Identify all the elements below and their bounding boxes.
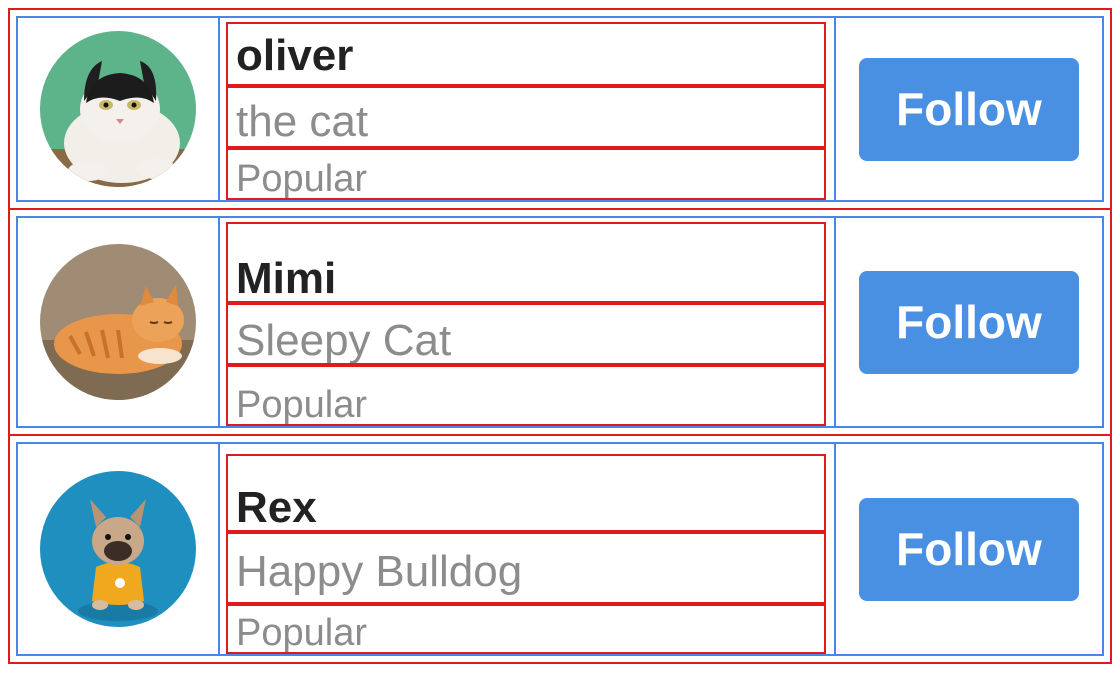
badge-box: Popular <box>226 364 826 427</box>
user-card-inner: Rex Happy Bulldog Popular Follow <box>16 442 1104 656</box>
orange-tabby-cat-avatar[interactable] <box>40 244 196 400</box>
avatar-column <box>18 444 220 654</box>
user-name: oliver <box>236 31 354 80</box>
user-subtitle: the cat <box>236 97 369 146</box>
follow-button[interactable]: Follow <box>859 57 1079 161</box>
user-subtitle: Happy Bulldog <box>236 547 523 596</box>
user-subtitle: Sleepy Cat <box>236 315 452 365</box>
follow-button[interactable]: Follow <box>859 270 1079 374</box>
button-column: Follow <box>836 444 1102 654</box>
user-card: oliver the cat Popular Follow <box>8 8 1112 210</box>
user-list: oliver the cat Popular Follow Mimi Sleep… <box>0 0 1120 673</box>
subtitle-box: Sleepy Cat <box>226 303 826 365</box>
user-card-inner: Mimi Sleepy Cat Popular Follow <box>16 216 1104 428</box>
french-bulldog-avatar[interactable] <box>40 471 196 627</box>
user-name: Rex <box>236 483 317 532</box>
badge-box: Popular <box>226 604 826 654</box>
avatar-column <box>18 18 220 200</box>
subtitle-box: the cat <box>226 86 826 148</box>
subtitle-box: Happy Bulldog <box>226 532 826 604</box>
button-column: Follow <box>836 18 1102 200</box>
user-info: Mimi Sleepy Cat Popular <box>220 218 836 427</box>
name-box: Mimi <box>226 222 826 304</box>
user-card: Mimi Sleepy Cat Popular Follow <box>8 208 1112 436</box>
user-card: Rex Happy Bulldog Popular Follow <box>8 434 1112 664</box>
popular-badge: Popular <box>236 384 367 427</box>
button-column: Follow <box>836 218 1102 426</box>
follow-button[interactable]: Follow <box>859 497 1079 601</box>
popular-badge: Popular <box>236 612 367 654</box>
avatar-column <box>18 218 220 426</box>
user-info: oliver the cat Popular <box>220 18 836 200</box>
popular-badge: Popular <box>236 158 367 200</box>
name-box: Rex <box>226 454 826 532</box>
user-card-inner: oliver the cat Popular Follow <box>16 16 1104 202</box>
badge-box: Popular <box>226 148 826 200</box>
name-box: oliver <box>226 22 826 86</box>
user-name: Mimi <box>236 254 337 304</box>
black-white-cat-avatar[interactable] <box>40 31 196 187</box>
user-info: Rex Happy Bulldog Popular <box>220 444 836 654</box>
